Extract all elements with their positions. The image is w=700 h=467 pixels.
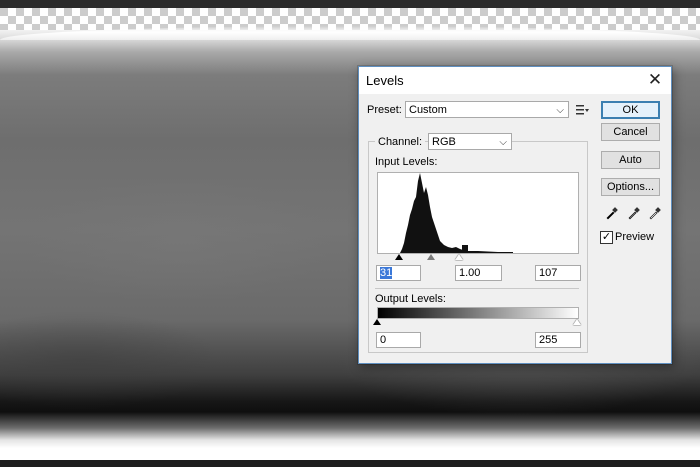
output-white-field[interactable]: 255 [535,332,581,348]
preset-options-icon[interactable] [576,104,590,116]
output-white-value: 255 [539,334,558,346]
canvas-top-edge [0,0,700,8]
levels-dialog: Levels ✕ Preset: Custom ⌵ Channel: RGB ⌵… [358,66,672,364]
input-levels-label: Input Levels: [375,156,438,168]
channel-select[interactable]: RGB ⌵ [428,133,512,150]
input-levels-slider[interactable] [377,254,577,262]
channel-value: RGB [432,136,456,148]
output-black-handle[interactable] [373,319,381,325]
input-gamma-value: 1.00 [459,267,481,279]
preview-checkbox[interactable]: ✓ [600,231,613,244]
close-icon[interactable]: ✕ [645,70,665,90]
preset-value: Custom [409,104,447,116]
channel-label: Channel: [375,136,426,148]
histogram-graph [400,173,513,253]
input-black-point-handle[interactable] [395,254,403,260]
output-levels-slider[interactable] [373,319,581,327]
output-black-field[interactable]: 0 [376,332,421,348]
output-gradient-bar [377,307,579,319]
input-white-value: 107 [539,267,558,279]
auto-button[interactable]: Auto [601,151,660,169]
preview-label: Preview [615,231,655,243]
input-black-value: 31 [380,267,393,279]
options-button[interactable]: Options... [601,178,660,196]
input-white-field[interactable]: 107 [535,265,581,281]
output-white-handle[interactable] [573,319,581,325]
black-eyedropper-icon[interactable] [605,206,619,220]
white-eyedropper-icon[interactable] [648,206,662,220]
input-black-field[interactable]: 31 [376,265,421,281]
input-white-point-handle[interactable] [455,254,463,260]
dialog-titlebar[interactable]: Levels ✕ [359,67,671,94]
levels-divider [375,288,579,289]
histogram [377,172,579,254]
output-black-value: 0 [380,334,387,346]
dialog-title: Levels [366,73,404,88]
gray-eyedropper-icon[interactable] [627,206,641,220]
chevron-down-icon: ⌵ [499,137,507,148]
input-gamma-field[interactable]: 1.00 [455,265,502,281]
cancel-button[interactable]: Cancel [601,123,660,141]
output-levels-label: Output Levels: [375,293,446,305]
input-gamma-handle[interactable] [427,254,435,260]
preset-label: Preset: [367,104,402,116]
preset-select[interactable]: Custom ⌵ [405,101,569,118]
ok-button[interactable]: OK [601,101,660,119]
chevron-down-icon: ⌵ [556,105,564,116]
